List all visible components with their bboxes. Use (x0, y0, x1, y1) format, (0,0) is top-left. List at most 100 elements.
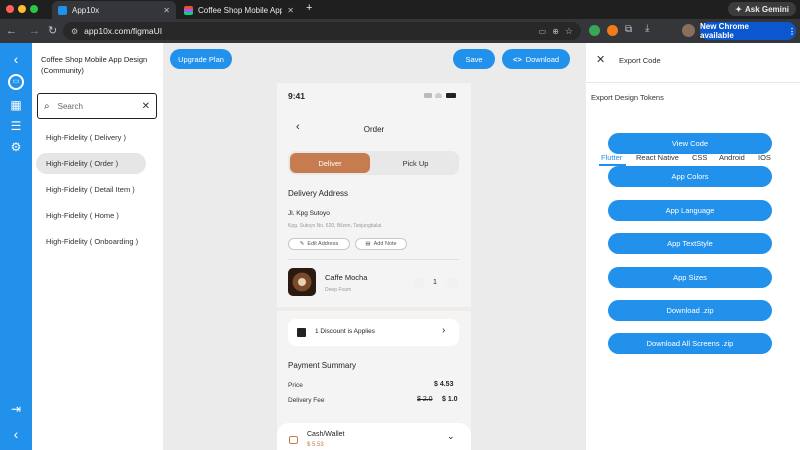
update-label: New Chrome available (700, 22, 749, 40)
screen-icon[interactable]: ▭ (8, 74, 24, 90)
grammarly-extension-icon[interactable] (589, 25, 600, 36)
address-bar[interactable]: ⚙ app10x.com/figmaUI ▭ ⊕ ☆ (63, 22, 581, 40)
sidebar-item-label: High-Fidelity ( Detail Item ) (46, 185, 135, 194)
search-icon: ⌕ (44, 100, 50, 112)
logout-icon[interactable]: ⇥ (8, 401, 24, 417)
upgrade-label: Upgrade Plan (178, 54, 224, 64)
collapse-icon[interactable]: ‹ (8, 426, 24, 442)
upgrade-plan-button[interactable]: Upgrade Plan (170, 49, 232, 69)
download-button[interactable]: <> Download (502, 49, 570, 69)
icon-rail: ‹ ▭ ▦ ☰ ⚙ ⇥ ‹ (0, 43, 32, 450)
pickup-option[interactable]: Pick Up (374, 153, 457, 173)
avatar[interactable] (682, 24, 695, 37)
signal-icon (424, 93, 432, 98)
design-canvas: Upgrade Plan Save <> Download 9:41 ‹ Ord… (163, 43, 586, 450)
tab-css[interactable]: CSS (692, 153, 707, 162)
site-info-icon[interactable]: ⚙ (71, 27, 78, 36)
phone-preview: 9:41 ‹ Order Deliver Pick Up Delivery Ad… (277, 83, 471, 450)
extension-icon[interactable] (607, 25, 618, 36)
download-all-screens-button[interactable]: Download All Screens .zip (608, 333, 772, 354)
tab-android[interactable]: Android (719, 153, 745, 162)
decrease-qty-button[interactable] (414, 278, 425, 289)
maximize-window-icon[interactable] (30, 5, 38, 13)
tab-ios[interactable]: IOS (758, 153, 771, 162)
app-sizes-button[interactable]: App Sizes (608, 267, 772, 288)
tab-app10x[interactable]: App10x ✕ (52, 1, 176, 19)
app-language-button[interactable]: App Language (608, 200, 772, 221)
figma-favicon-icon (184, 5, 193, 15)
code-icon: <> (512, 54, 522, 64)
product-image (288, 268, 316, 296)
edit-icon: ✎ (299, 241, 305, 247)
search-input[interactable]: ⌕ Search ✕ (37, 93, 157, 119)
discount-card[interactable]: 1 Discount is Applies › (288, 319, 459, 346)
edit-address-button[interactable]: ✎ Edit Address (288, 238, 350, 250)
view-code-button[interactable]: View Code (608, 133, 772, 154)
tab-title: App10x (72, 5, 100, 15)
sidebar-item-order[interactable]: High-Fidelity ( Order ) (36, 153, 146, 174)
browser-tab-strip: App10x ✕ Coffee Shop Mobile App Desi ✕ +… (0, 0, 800, 19)
chevron-down-icon: ⌄ (447, 431, 455, 441)
status-time: 9:41 (288, 91, 306, 101)
discount-label: 1 Discount is Applies (315, 328, 375, 335)
download-zip-button[interactable]: Download .zip (608, 300, 772, 321)
browser-toolbar: ← → ↻ ⚙ app10x.com/figmaUI ▭ ⊕ ☆ ⧉ ⤓ New… (0, 19, 800, 43)
section-divider (277, 307, 471, 311)
save-button[interactable]: Save (453, 49, 495, 69)
url-text: app10x.com/figmaUI (84, 26, 163, 36)
battery-icon (446, 93, 456, 98)
downloads-icon[interactable]: ⤓ (645, 23, 649, 34)
forward-icon[interactable]: → (29, 25, 40, 37)
update-chrome-button[interactable]: New Chrome available ⋮ (700, 22, 796, 40)
new-tab-button[interactable]: + (306, 2, 312, 14)
delivery-heading: Delivery Address (288, 189, 349, 198)
screens-sidebar: Coffee Shop Mobile App Design (Community… (32, 43, 163, 450)
ask-gemini-button[interactable]: ✦ Ask Gemini (728, 2, 796, 16)
screen-title: Order (363, 125, 385, 134)
zoom-icon[interactable]: ⊕ (552, 27, 559, 36)
increase-qty-button[interactable] (447, 278, 458, 289)
close-icon[interactable]: ✕ (596, 53, 605, 66)
close-window-icon[interactable] (6, 5, 14, 13)
more-menu-icon[interactable]: ⋮ (788, 27, 796, 36)
gear-icon[interactable]: ⚙ (8, 139, 24, 155)
tab-flutter[interactable]: Flutter (601, 153, 622, 162)
bookmark-star-icon[interactable]: ☆ (565, 26, 573, 37)
minimize-window-icon[interactable] (18, 5, 26, 13)
payment-method-card[interactable]: Cash/Wallet $ 5.53 ⌄ (277, 423, 471, 450)
clear-search-icon[interactable]: ✕ (142, 101, 150, 112)
app10x-favicon-icon (58, 5, 67, 15)
item-variant: Deep Foam (325, 287, 352, 293)
ask-gemini-label: Ask Gemini (744, 4, 789, 14)
extensions-puzzle-icon[interactable]: ⧉ (625, 24, 632, 35)
save-label: Save (465, 54, 483, 64)
sidebar-item-onboarding[interactable]: High-Fidelity ( Onboarding ) (36, 231, 146, 252)
app10x-app: ‹ ▭ ▦ ☰ ⚙ ⇥ ‹ Coffee Shop Mobile App Des… (0, 43, 800, 450)
tab-figma[interactable]: Coffee Shop Mobile App Desi ✕ (178, 1, 300, 19)
cast-icon[interactable]: ▭ (539, 27, 547, 36)
grid-icon[interactable]: ▦ (8, 97, 24, 113)
tab-react-native[interactable]: React Native (636, 153, 679, 162)
list-icon[interactable]: ☰ (8, 118, 24, 134)
reload-icon[interactable]: ↻ (48, 25, 57, 37)
payment-heading: Payment Summary (288, 361, 357, 370)
fee-new-value: $ 1.0 (442, 396, 458, 403)
back-icon[interactable]: ← (6, 25, 17, 37)
sidebar-item-home[interactable]: High-Fidelity ( Home ) (36, 205, 146, 226)
add-note-button[interactable]: ▤ Add Note (355, 238, 407, 250)
app-textstyle-button[interactable]: App TextStyle (608, 233, 772, 254)
close-tab-icon[interactable]: ✕ (163, 6, 170, 15)
app-colors-button[interactable]: App Colors (608, 166, 772, 187)
address-name: Jl. Kpg Sutoyo (288, 210, 330, 217)
tab-title: Coffee Shop Mobile App Desi (198, 5, 283, 15)
sidebar-item-detail-item[interactable]: High-Fidelity ( Detail Item ) (36, 179, 146, 200)
edit-address-label: Edit Address (307, 241, 339, 247)
chevron-right-icon: › (442, 325, 446, 336)
close-tab-icon[interactable]: ✕ (287, 6, 294, 15)
deliver-option[interactable]: Deliver (290, 153, 370, 173)
wifi-icon (435, 93, 442, 98)
price-value: $ 4.53 (434, 381, 454, 388)
download-label: Download (525, 54, 560, 64)
sidebar-item-delivery[interactable]: High-Fidelity ( Delivery ) (36, 127, 146, 148)
chevron-left-icon[interactable]: ‹ (8, 51, 24, 67)
